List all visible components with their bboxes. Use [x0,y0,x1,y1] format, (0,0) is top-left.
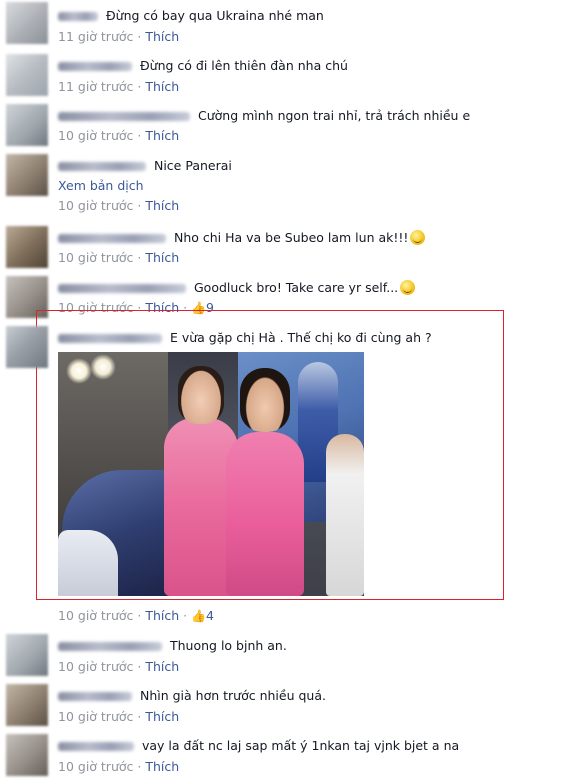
comment-text: Thuong lo bjnh an. [169,638,287,653]
like-button[interactable]: Thích [145,608,179,623]
timestamp[interactable]: 10 giờ trước [58,198,133,213]
comment-text: Đừng có bay qua Ukraina nhé man [105,8,324,23]
like-button[interactable]: Thích [145,659,179,674]
attached-photo[interactable] [58,352,364,596]
smiley-icon [410,230,426,245]
photo-person-head [240,368,290,432]
comment-text: Cường mình ngon trai nhỉ, trả trách nhiề… [197,108,471,123]
timestamp[interactable]: 10 giờ trước [58,709,133,724]
author-name[interactable] [58,162,146,171]
thumbs-up-icon: 👍 [191,609,207,623]
comment-text: Nho chi Ha va be Subeo lam lun ak!!! [173,230,409,245]
photo-person [326,434,364,596]
like-button[interactable]: Thích [145,128,179,143]
timestamp[interactable]: 10 giờ trước [58,608,133,623]
avatar[interactable] [6,54,48,96]
author-name[interactable] [58,12,98,21]
author-name[interactable] [58,692,132,701]
author-name[interactable] [58,112,190,121]
comment-text: E vừa gặp chị Hà . Thế chị ko đi cùng ah… [169,330,432,345]
timestamp[interactable]: 11 giờ trước [58,29,133,44]
avatar[interactable] [6,734,48,776]
avatar[interactable] [6,2,48,44]
comment-text: Goodluck bro! Take care yr self... [193,280,399,295]
comment-text: Nice Panerai [153,158,232,173]
author-name[interactable] [58,642,162,651]
author-name[interactable] [58,334,162,343]
timestamp[interactable]: 11 giờ trước [58,79,133,94]
smiley-icon [400,280,416,295]
timestamp[interactable]: 10 giờ trước [58,128,133,143]
like-button[interactable]: Thích [145,759,179,774]
like-button[interactable]: Thích [145,198,179,213]
photo-lamp [66,358,92,384]
photo-person-head [178,366,224,424]
like-button[interactable]: Thích [145,29,179,44]
avatar[interactable] [6,154,48,196]
avatar[interactable] [6,104,48,146]
photo-lamp [90,354,116,380]
avatar[interactable] [6,326,48,368]
author-name[interactable] [58,234,166,243]
like-button[interactable]: Thích [145,79,179,94]
photo-scooter-front [58,530,118,596]
timestamp[interactable]: 10 giờ trước [58,759,133,774]
like-button[interactable]: Thích [145,250,179,265]
author-name[interactable] [58,742,134,751]
see-translation-link[interactable]: Xem bản dịch [58,178,144,193]
comment-text: Nhìn già hơn trước nhiều quá. [139,688,326,703]
avatar[interactable] [6,634,48,676]
timestamp[interactable]: 10 giờ trước [58,659,133,674]
comment-text: Đừng có đi lên thiên đàn nha chú [139,58,348,73]
comment-text: vay la đất nc laj sap mất ý 1nkan taj vj… [141,738,460,753]
timestamp[interactable]: 10 giờ trước [58,250,133,265]
author-name[interactable] [58,284,186,293]
avatar[interactable] [6,684,48,726]
like-button[interactable]: Thích [145,709,179,724]
avatar[interactable] [6,226,48,268]
like-count[interactable]: 4 [206,608,214,623]
photo-person [226,432,304,596]
author-name[interactable] [58,62,132,71]
